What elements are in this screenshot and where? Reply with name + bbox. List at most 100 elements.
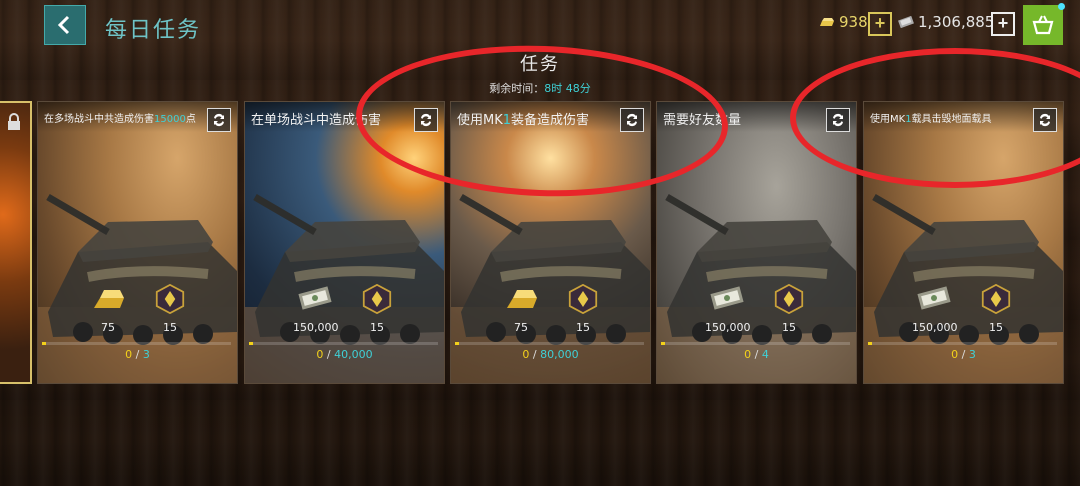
card-image: [38, 102, 237, 383]
progress-text: 0 / 3: [864, 348, 1063, 361]
progress-bar: [249, 342, 438, 345]
plus-icon: +: [997, 13, 1009, 33]
reward-rank-points: 15: [561, 283, 605, 334]
section-title: 任务: [520, 54, 560, 75]
rank-medal-icon: [568, 283, 598, 315]
card-image: [451, 102, 650, 383]
gold-balance: 938: [817, 13, 868, 31]
progress-bar: [455, 342, 644, 345]
task-title: 在多场战斗中共造成伤害15000点: [44, 110, 196, 125]
task-card[interactable]: 在单场战斗中造成伤害 150,000 15 0 / 40,000: [244, 101, 445, 384]
cash-balance: 1,306,885: [898, 13, 994, 31]
reward-rank-amount: 15: [370, 321, 384, 334]
refresh-icon: [214, 113, 224, 127]
task-card[interactable]: 需要好友数量 150,000 15 0 / 4: [656, 101, 857, 384]
progress-bar: [868, 342, 1057, 345]
refresh-task-button[interactable]: [414, 108, 438, 132]
refresh-task-button[interactable]: [620, 108, 644, 132]
cash-icon: [298, 286, 332, 310]
reward-primary: 75: [86, 284, 130, 334]
reward-rank-amount: 15: [989, 321, 1003, 334]
cash-icon: [710, 286, 744, 310]
add-gold-button[interactable]: +: [868, 12, 892, 36]
task-title-text: 需要好友数量: [663, 113, 742, 128]
refresh-icon: [421, 113, 431, 127]
task-title-text: 使用MK: [870, 114, 906, 125]
task-card[interactable]: 在多场战斗中共造成伤害15000点 75 15 0 / 3: [37, 101, 238, 384]
card-image: [864, 102, 1063, 383]
card-image: [245, 102, 444, 383]
progress-total: 4: [761, 348, 769, 361]
progress-separator: /: [529, 348, 541, 361]
reward-primary-amount: 75: [514, 321, 528, 334]
rank-medal-icon: [155, 283, 185, 315]
task-title: 需要好友数量: [663, 109, 741, 128]
page-title: 每日任务: [105, 18, 202, 43]
reward-primary: 150,000: [705, 284, 751, 334]
progress-text: 0 / 3: [38, 348, 237, 361]
progress-text: 0 / 4: [657, 348, 856, 361]
time-remaining-label: 剩余时间：: [489, 82, 545, 95]
task-title-suffix: 点: [185, 114, 196, 125]
progress-fill: [42, 342, 46, 345]
task-title: 在单场战斗中造成伤害: [251, 109, 381, 128]
progress-separator: /: [958, 348, 969, 361]
refresh-icon: [1040, 113, 1050, 127]
refresh-task-button[interactable]: [826, 108, 850, 132]
time-remaining-value: 8时 48分: [544, 82, 591, 95]
plus-icon: +: [874, 13, 886, 33]
progress-fill: [455, 342, 459, 345]
cash-amount: 1,306,885: [918, 13, 995, 31]
reward-primary: 75: [499, 284, 543, 334]
reward-rank-points: 15: [148, 283, 192, 334]
progress-separator: /: [751, 348, 762, 361]
reward-rank-points: 15: [355, 283, 399, 334]
back-arrow-icon: [57, 15, 70, 35]
progress-fill: [249, 342, 253, 345]
lock-icon: [8, 113, 20, 130]
refresh-task-button[interactable]: [1033, 108, 1057, 132]
progress-text: 0 / 80,000: [451, 348, 650, 361]
reward-rank-points: 15: [767, 283, 811, 334]
notification-dot: [1058, 3, 1065, 10]
reward-primary-amount: 150,000: [293, 321, 339, 334]
task-title-highlight: 15000: [154, 114, 186, 125]
progress-bar: [661, 342, 850, 345]
gold-bar-icon: [94, 290, 124, 308]
back-button[interactable]: [44, 5, 86, 45]
task-title-suffix: 装备造成伤害: [511, 113, 590, 128]
reward-primary-amount: 150,000: [912, 321, 958, 334]
time-remaining: 剩余时间：8时 48分: [0, 80, 1080, 96]
progress-total: 3: [968, 348, 976, 361]
gold-bar-icon: [507, 290, 537, 308]
task-title-text: 使用MK: [457, 113, 503, 128]
reward-primary: 150,000: [912, 284, 958, 334]
task-title: 使用MK1装备造成伤害: [457, 109, 589, 128]
progress-bar: [42, 342, 231, 345]
task-card[interactable]: 使用MK1装备造成伤害 75 15 0 / 80,000: [450, 101, 651, 384]
progress-total: 80,000: [540, 348, 579, 361]
cash-icon: [898, 16, 914, 28]
progress-fill: [661, 342, 665, 345]
task-title-suffix: 载具击毁地面载具: [911, 114, 992, 125]
progress-text: 0 / 40,000: [245, 348, 444, 361]
refresh-icon: [627, 113, 637, 127]
reward-rank-points: 15: [974, 283, 1018, 334]
task-title-text: 在多场战斗中共造成伤害: [44, 114, 154, 125]
cash-icon: [917, 286, 951, 310]
task-title-text: 在单场战斗中造成伤害: [251, 113, 382, 128]
progress-fill: [868, 342, 872, 345]
rank-medal-icon: [774, 283, 804, 315]
refresh-task-button[interactable]: [207, 108, 231, 132]
task-card[interactable]: 使用MK1载具击毁地面载具 150,000 15 0 / 3: [863, 101, 1064, 384]
add-cash-button[interactable]: +: [991, 12, 1015, 36]
reward-rank-amount: 15: [576, 321, 590, 334]
gold-amount: 938: [839, 13, 868, 31]
shop-basket-icon: [1032, 15, 1054, 35]
shop-button[interactable]: [1023, 3, 1065, 45]
progress-total: 3: [142, 348, 150, 361]
card-image: [657, 102, 856, 383]
progress-separator: /: [132, 348, 143, 361]
gold-bar-icon: [820, 18, 834, 26]
reward-rank-amount: 15: [782, 321, 796, 334]
